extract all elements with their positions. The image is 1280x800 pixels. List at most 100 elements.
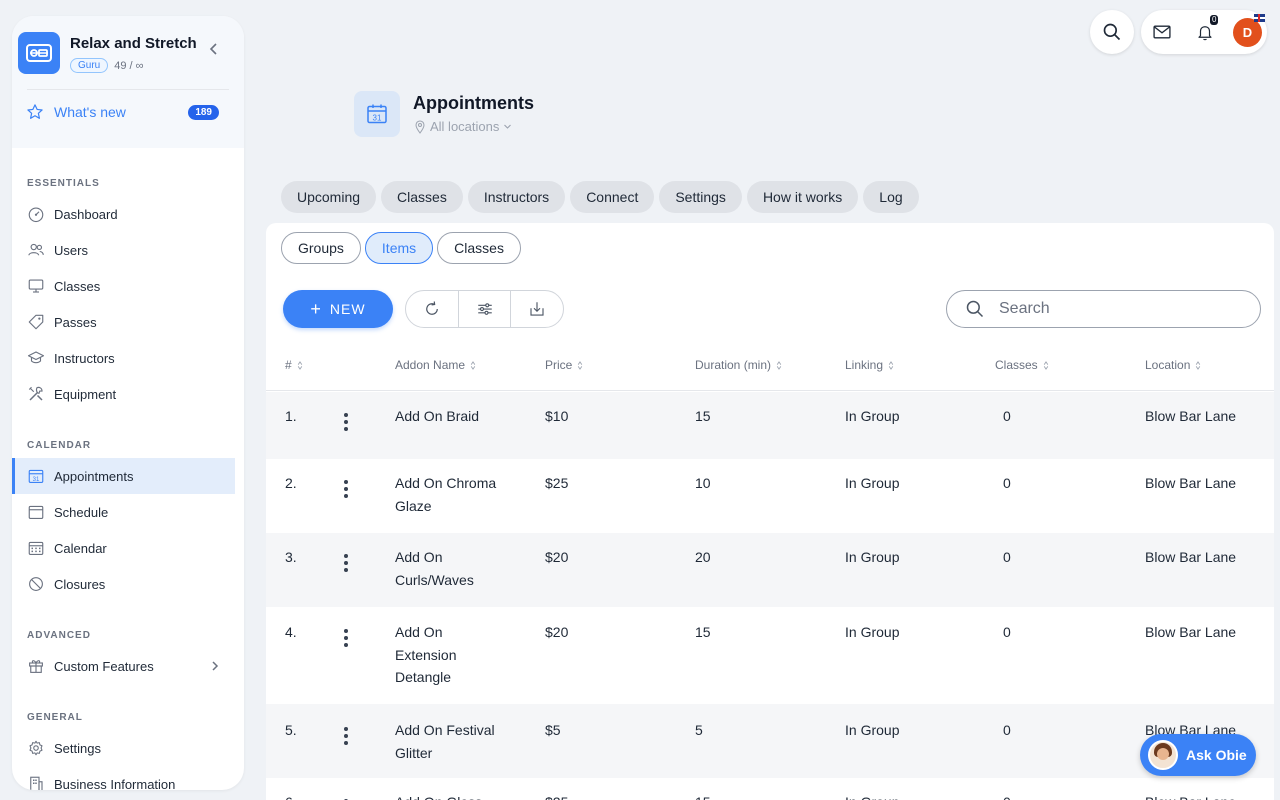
member-count: 49 / ∞ [114,59,144,72]
subtab-classes[interactable]: Classes [437,232,521,264]
addon-name: Add On Chroma Glaze [395,475,497,514]
users-icon [28,243,44,256]
table-row[interactable]: 4. Add On Extension Detangle $20 15 In G… [266,607,1274,704]
table-row[interactable]: 6. Add On Gloss $25 15 In Group 0 Blow B… [266,778,1274,800]
subtab-items[interactable]: Items [364,232,434,264]
schedule-icon [28,505,44,519]
section-calendar: CALENDAR [27,440,92,451]
sidebar-item-closures[interactable]: Closures [12,566,235,602]
tab-classes[interactable]: Classes [381,181,463,213]
classes-count: 0 [1003,408,1011,424]
sidebar-item-dashboard[interactable]: Dashboard [12,196,235,232]
col-header-price[interactable]: Price [545,358,583,372]
search-icon [966,300,984,318]
sidebar-item-calendar[interactable]: Calendar [12,530,235,566]
sort-icon [888,360,894,370]
sidebar-item-label: Passes [54,314,97,330]
row-menu-icon[interactable] [343,413,349,431]
row-menu-icon[interactable] [343,480,349,498]
sidebar-item-equipment[interactable]: Equipment [12,376,235,412]
search-input[interactable] [999,300,1239,318]
notification-count: 0 [1210,15,1219,25]
chevron-down-icon [504,124,512,129]
row-menu-icon[interactable] [343,727,349,745]
tab-upcoming[interactable]: Upcoming [281,181,377,213]
row-number: 6. [285,791,297,800]
col-header-addon-name[interactable]: Addon Name [395,358,476,372]
classes-count: 0 [1003,722,1011,738]
sidebar-item-passes[interactable]: Passes [12,304,235,340]
table-header: # Addon Name Price Duration (min) Linkin… [266,348,1274,391]
user-avatar[interactable]: D [1233,18,1262,47]
col-header-duration[interactable]: Duration (min) [695,358,782,372]
classes-count: 0 [1003,791,1011,800]
collapse-sidebar-icon[interactable] [207,42,221,56]
sidebar-item-instructors[interactable]: Instructors [12,340,235,376]
sidebar-item-label: Instructors [54,350,115,366]
col-header-classes[interactable]: Classes [995,358,1049,372]
sort-icon [1196,360,1201,370]
download-icon [530,302,544,316]
bell-icon[interactable] [1196,22,1214,42]
col-header-label: Classes [995,358,1038,372]
sidebar-item-schedule[interactable]: Schedule [12,494,235,530]
calendar-31-icon: 31 [367,104,387,124]
tab-log[interactable]: Log [863,181,919,213]
global-search-button[interactable] [1090,10,1134,54]
sidebar-item-business-information[interactable]: Business Information [12,766,235,790]
refresh-button[interactable] [406,291,459,327]
export-button[interactable] [511,291,563,327]
col-header-label: Duration (min) [695,358,772,372]
sidebar-item-label: Dashboard [54,206,118,222]
sidebar-item-classes[interactable]: Classes [12,268,235,304]
star-icon [27,104,43,119]
location: Blow Bar Lane [1145,624,1237,640]
mail-icon[interactable] [1152,23,1172,41]
whats-new-link[interactable]: What's new 189 [18,90,238,121]
refresh-icon [425,301,438,315]
row-number: 1. [285,408,297,424]
brand[interactable]: Relax and Stretch Guru 49 / ∞ [18,32,238,74]
table-row[interactable]: 1. Add On Braid $10 15 In Group 0 Blow B… [266,392,1274,459]
table-row[interactable]: 3. Add On Curls/Waves $20 20 In Group 0 … [266,533,1274,607]
duration: 15 [695,791,711,800]
ask-obie-button[interactable]: Ask Obie [1140,734,1256,776]
row-number: 3. [285,549,297,565]
sort-icon [297,360,302,370]
sidebar-item-label: Classes [54,278,101,294]
sort-icon [578,360,583,370]
sidebar-item-users[interactable]: Users [12,232,235,268]
row-menu-icon[interactable] [343,629,349,647]
linking: In Group [845,722,900,738]
sidebar: Relax and Stretch Guru 49 / ∞ What's new… [12,16,244,790]
col-header-linking[interactable]: Linking [845,358,894,372]
tab-how-it-works[interactable]: How it works [746,181,859,213]
subtab-groups[interactable]: Groups [281,232,361,264]
sidebar-item-settings[interactable]: Settings [12,730,235,766]
brand-logo [18,32,60,74]
sidebar-item-label: Settings [54,740,101,756]
col-header-number[interactable]: # [285,358,303,372]
sidebar-header: Relax and Stretch Guru 49 / ∞ What's new… [12,16,244,148]
table-row[interactable]: 2. Add On Chroma Glaze $25 10 In Group 0… [266,459,1274,533]
col-header-location[interactable]: Location [1145,358,1201,372]
tab-settings[interactable]: Settings [659,181,742,213]
equipment-icon [28,386,43,401]
table-row[interactable]: 5. Add On Festival Glitter $5 5 In Group… [266,704,1274,778]
calendar-31-icon: 31 [28,469,44,483]
row-number: 4. [285,624,297,640]
sidebar-item-appointments[interactable]: 31 Appointments [12,458,235,494]
classes-count: 0 [1003,475,1011,491]
row-menu-icon[interactable] [343,554,349,572]
uk-flag-icon[interactable] [1254,14,1265,22]
content-panel: Groups Items Classes + NEW # Addon Name … [266,223,1274,800]
page-icon: 31 [354,91,400,137]
linking: In Group [845,549,900,565]
top-actions: 0 D [1141,10,1267,54]
tab-instructors[interactable]: Instructors [467,181,566,213]
location-selector[interactable]: All locations [414,119,512,134]
filter-button[interactable] [459,291,512,327]
new-button[interactable]: + NEW [283,290,393,328]
tab-connect[interactable]: Connect [570,181,655,213]
sidebar-item-custom-features[interactable]: Custom Features [12,648,235,684]
